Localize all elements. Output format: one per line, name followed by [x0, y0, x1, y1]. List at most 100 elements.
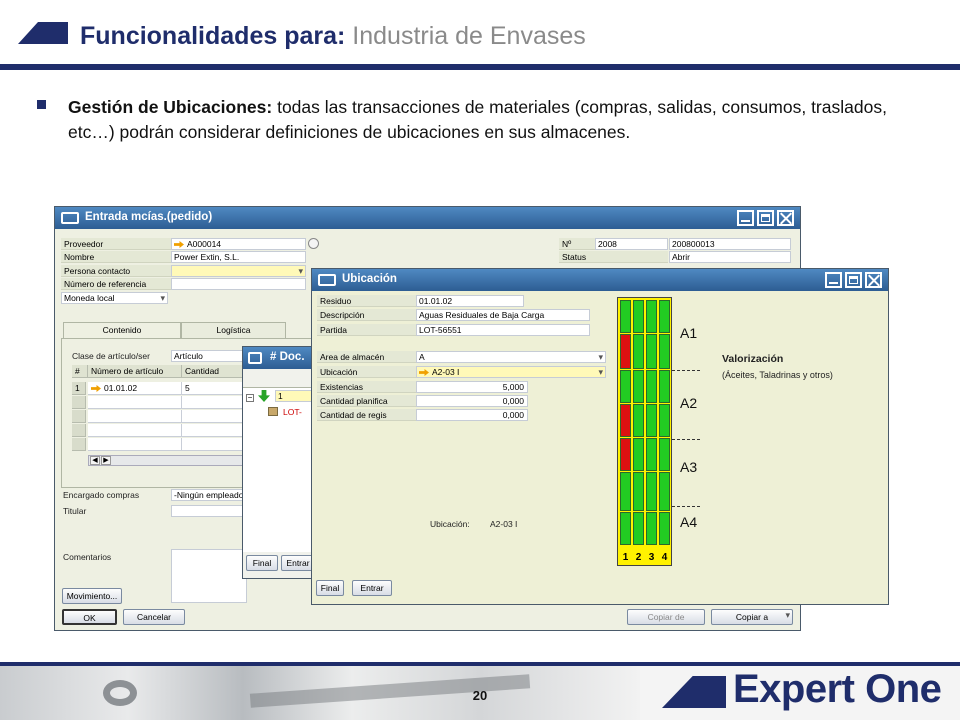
tab-logistica[interactable]: Logística [181, 322, 286, 338]
copiar-de-button[interactable]: Copiar de [627, 609, 705, 625]
grid-header-articulo: Número de artículo [88, 365, 182, 378]
table-row-empty-cell[interactable] [182, 410, 244, 423]
maximize-icon[interactable] [845, 272, 862, 288]
close-icon[interactable] [865, 272, 882, 288]
doc-row-1[interactable]: 1 [275, 390, 315, 402]
minimize-icon[interactable] [737, 210, 754, 226]
cantidad-registrada-field[interactable]: 0,000 [416, 409, 528, 421]
numero-referencia-field[interactable] [171, 278, 306, 290]
entrada-title-bar[interactable]: Entrada mcías.(pedido) [55, 207, 800, 229]
rack-cell [633, 512, 644, 545]
close-icon[interactable] [777, 210, 794, 226]
doc-title: # Doc. [270, 351, 305, 363]
link-arrow-icon[interactable] [174, 241, 184, 248]
titular-label: Titular [63, 506, 87, 516]
proveedor-label: Proveedor [61, 238, 171, 250]
horizontal-scrollbar[interactable]: ◀ ▶ [88, 455, 244, 466]
link-arrow-icon[interactable] [91, 385, 101, 392]
table-row-empty-cell[interactable] [88, 396, 182, 409]
scroll-right-icon[interactable]: ▶ [101, 456, 111, 465]
header-rule [0, 64, 960, 70]
table-row-empty-cell[interactable] [182, 438, 244, 451]
rack-cell [659, 472, 670, 511]
partida-field[interactable]: LOT-56551 [416, 324, 590, 336]
ubicacion-label: Ubicación [317, 366, 417, 378]
area-almacen-select[interactable]: A [416, 351, 606, 363]
slide-title-bold: Funcionalidades para: [80, 22, 346, 50]
moneda-select[interactable]: Moneda local [61, 292, 168, 304]
table-row-number[interactable]: 1 [72, 382, 86, 395]
table-row-empty[interactable] [72, 410, 86, 423]
rack-cell [633, 472, 644, 511]
cancel-button[interactable]: Cancelar [123, 609, 185, 625]
proveedor-field[interactable]: A000014 [171, 238, 306, 250]
rack-cell [633, 334, 644, 369]
rack-cell [646, 472, 657, 511]
persona-contacto-select[interactable] [171, 265, 306, 277]
copiar-a-button[interactable]: Copiar a [711, 609, 793, 625]
ubicacion-title-bar[interactable]: Ubicación [312, 269, 888, 291]
table-row-empty[interactable] [72, 438, 86, 451]
cantidad-planificada-field: 0,000 [416, 395, 528, 407]
tree-expand-icon[interactable]: − [246, 394, 254, 402]
rack-cell [620, 472, 631, 511]
grid-header-num: # [72, 365, 88, 378]
footer-photo-ring [103, 680, 137, 706]
link-arrow-icon[interactable] [419, 369, 429, 376]
choose-from-list-icon[interactable] [308, 238, 319, 249]
ubicacion-window: Ubicación Residuo 01.01.02 Descripción A… [311, 268, 889, 605]
table-row-empty-cell[interactable] [88, 410, 182, 423]
ok-button[interactable]: OK [62, 609, 117, 625]
residuo-field[interactable]: 01.01.02 [416, 295, 524, 307]
entrar-button[interactable]: Entrar [352, 580, 392, 596]
descripcion-field[interactable]: Aguas Residuales de Baja Carga [416, 309, 590, 321]
rack-cell [659, 300, 670, 333]
table-row-empty-cell[interactable] [182, 396, 244, 409]
doc-final-button[interactable]: Final [246, 555, 278, 571]
encargado-select[interactable]: -Ningún empleado [171, 489, 247, 501]
numero-label: Nº [559, 238, 595, 250]
titular-field[interactable] [171, 505, 247, 517]
rack-cell [646, 438, 657, 471]
footer-photo [0, 666, 640, 720]
final-button[interactable]: Final [316, 580, 344, 596]
table-row-empty[interactable] [72, 424, 86, 437]
rack-cell [633, 300, 644, 333]
slide-title-subject: Industria de Envases [345, 22, 586, 50]
rack-level-a3: A3 [680, 459, 698, 475]
minimize-icon[interactable] [825, 272, 842, 288]
table-row-empty-cell[interactable] [88, 424, 182, 437]
tab-contenido[interactable]: Contenido [63, 322, 181, 338]
nombre-label: Nombre [61, 251, 171, 263]
residuo-label: Residuo [317, 295, 417, 307]
ubicacion-select[interactable]: A2-03 I [416, 366, 606, 378]
doc-number-field[interactable]: 200800013 [669, 238, 791, 250]
doc-entrar-button[interactable]: Entrar [281, 555, 315, 571]
bullet-square-icon [37, 100, 46, 109]
movimiento-button[interactable]: Movimiento... [62, 588, 122, 604]
rack-cell [633, 404, 644, 437]
table-row-articulo[interactable]: 01.01.02 [88, 382, 182, 395]
maximize-icon[interactable] [757, 210, 774, 226]
comentarios-field[interactable] [171, 549, 247, 603]
status-label: Status [559, 251, 668, 263]
rack-cell [646, 512, 657, 545]
serie-field[interactable]: 2008 [595, 238, 668, 250]
rack-cell [659, 512, 670, 545]
nombre-field[interactable]: Power Extin, S.L. [171, 251, 306, 263]
partida-label: Partida [317, 324, 417, 336]
clase-articulo-label: Clase de artículo/ser [72, 351, 150, 361]
slide-title: Funcionalidades para: Industria de Envas… [80, 20, 586, 52]
table-row-empty[interactable] [72, 396, 86, 409]
comentarios-label: Comentarios [63, 552, 112, 562]
doc-title-bar[interactable]: # Doc. [243, 347, 315, 369]
table-row-empty-cell[interactable] [88, 438, 182, 451]
table-row-empty-cell[interactable] [182, 424, 244, 437]
rack-cell [620, 334, 631, 369]
table-row-cantidad[interactable]: 5 [182, 382, 244, 395]
scroll-left-icon[interactable]: ◀ [90, 456, 100, 465]
valorizacion-subtitle: (Áceites, Taladrinas y otros) [722, 370, 833, 380]
lot-link[interactable]: LOT- [283, 406, 302, 418]
window-icon [318, 274, 336, 286]
rack-cell [646, 300, 657, 333]
